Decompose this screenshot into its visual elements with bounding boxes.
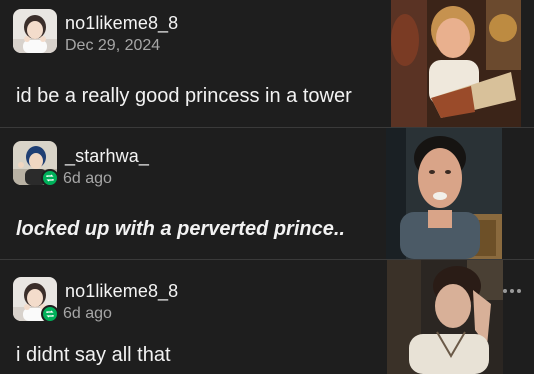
avatar[interactable] [13,9,57,53]
post-body-text: i didnt say all that [16,344,171,366]
post-timestamp: 6d ago [63,305,112,322]
post-image[interactable] [386,128,502,259]
post-1: no1likeme8_8 Dec 29, 2024 id be a really… [0,0,534,127]
reblog-icon [41,169,59,187]
post-image[interactable] [387,260,503,374]
post-2: _starhwa_ 6d ago locked up with a perver… [0,128,534,293]
post-body-text: locked up with a perverted prince.. [16,218,345,240]
post-3: no1likeme8_8 6d ago i didnt say all that [0,260,534,374]
post-username[interactable]: no1likeme8_8 [65,13,178,34]
post-timestamp: Dec 29, 2024 [65,37,161,54]
post-username[interactable]: _starhwa_ [65,146,149,167]
post-image[interactable] [391,0,521,127]
post-username[interactable]: no1likeme8_8 [65,281,178,302]
reblog-icon [41,305,59,323]
post-body-text: id be a really good princess in a tower [16,85,352,107]
post-timestamp: 6d ago [63,170,112,187]
